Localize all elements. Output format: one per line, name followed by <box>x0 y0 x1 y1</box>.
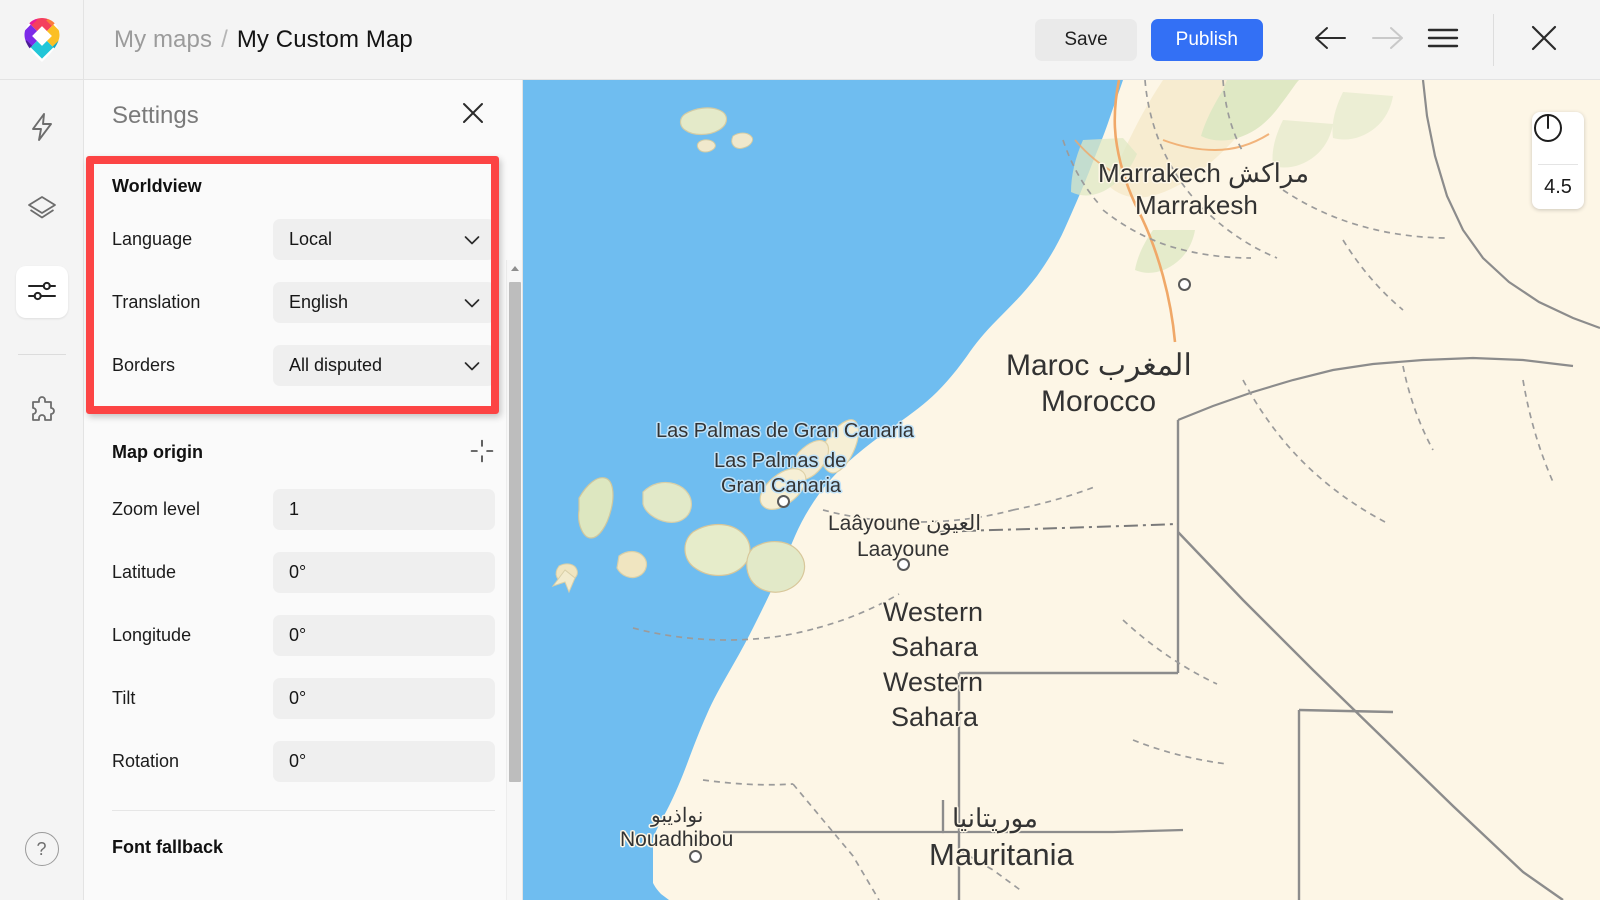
language-label: Language <box>112 229 193 249</box>
rail-divider <box>17 354 66 355</box>
translation-label: Translation <box>112 292 201 312</box>
panel-scrollbar[interactable] <box>506 260 522 900</box>
latitude-value: 0° <box>289 562 307 582</box>
close-editor-button[interactable] <box>1516 12 1572 68</box>
longitude-input[interactable]: 0° <box>273 615 495 656</box>
longitude-label: Longitude <box>112 625 192 645</box>
caret-up-icon <box>510 259 520 277</box>
chevron-down-icon <box>464 229 480 250</box>
map-canvas[interactable]: 4.5 Marrakech مراكش Marrakesh Maroc المغرب… <box>523 80 1600 900</box>
panel-title: Settings <box>112 102 199 129</box>
nouadhibou-dot <box>689 850 702 863</box>
tilt-input[interactable]: 0° <box>273 678 495 719</box>
back-button[interactable] <box>1303 12 1359 68</box>
sidebar-item-plugins[interactable] <box>16 387 68 439</box>
close-panel-button[interactable] <box>460 100 486 129</box>
worldview-section: Worldview Language Local Translation Eng… <box>84 152 522 412</box>
arrow-right-icon <box>1370 25 1404 54</box>
field-language: Language Local <box>112 219 495 260</box>
translation-select[interactable]: English <box>273 282 495 323</box>
tilt-value: 0° <box>289 688 307 708</box>
settings-scroll-area[interactable]: Worldview Language Local Translation Eng… <box>84 152 522 900</box>
chevron-down-icon <box>464 355 480 376</box>
breadcrumb-current[interactable]: My Custom Map <box>237 26 413 54</box>
map-origin-section: Map origin Zoom level 1 Latitude 0° Long… <box>84 412 522 782</box>
sidebar-item-layers[interactable] <box>16 184 68 236</box>
language-select[interactable]: Local <box>273 219 495 260</box>
field-tilt: Tilt 0° <box>112 678 495 719</box>
field-borders: Borders All disputed <box>112 345 495 386</box>
publish-button[interactable]: Publish <box>1150 18 1263 61</box>
sidebar-item-components[interactable] <box>16 102 68 154</box>
help-button[interactable]: ? <box>24 832 59 866</box>
field-longitude: Longitude 0° <box>112 615 495 656</box>
laayoune-dot <box>897 558 910 571</box>
close-button-wrap <box>1516 12 1572 68</box>
close-icon <box>1529 23 1559 56</box>
puzzle-piece-icon <box>26 395 58 431</box>
borders-select[interactable]: All disputed <box>273 345 495 386</box>
logo-cell <box>0 0 84 80</box>
arrow-left-icon <box>1314 25 1348 54</box>
borders-value: All disputed <box>289 355 383 375</box>
tilt-label: Tilt <box>112 688 136 708</box>
save-button[interactable]: Save <box>1035 18 1137 61</box>
marrakesh-dot <box>1178 278 1191 291</box>
zoom-widget[interactable]: 4.5 <box>1532 112 1584 209</box>
breadcrumb: My maps / My Custom Map <box>114 26 413 54</box>
font-fallback-section: Font fallback <box>84 811 522 858</box>
zoom-level-value: 1 <box>289 499 300 519</box>
longitude-value: 0° <box>289 625 307 645</box>
latitude-input[interactable]: 0° <box>273 552 495 593</box>
left-icon-rail: ? <box>0 80 84 900</box>
set-map-origin-button[interactable] <box>469 438 495 467</box>
lightning-bolt-icon <box>28 112 56 145</box>
hamburger-menu-icon <box>1427 27 1459 52</box>
app-root: My maps / My Custom Map Save Publish ? S… <box>0 0 1600 900</box>
field-rotation: Rotation 0° <box>112 741 495 782</box>
rotation-label: Rotation <box>112 751 180 771</box>
zoom-level-label: Zoom level <box>112 499 201 519</box>
top-bar-actions: Save Publish <box>1035 0 1600 80</box>
forward-button[interactable] <box>1359 12 1415 68</box>
zoom-level-readout: 4.5 <box>1544 176 1572 198</box>
borders-label: Borders <box>112 355 176 375</box>
worldview-heading: Worldview <box>112 176 202 196</box>
map-origin-heading: Map origin <box>112 442 203 462</box>
rotation-value: 0° <box>289 751 307 771</box>
translation-value: English <box>289 292 349 312</box>
font-fallback-heading: Font fallback <box>112 837 224 857</box>
latitude-label: Latitude <box>112 562 177 582</box>
close-icon <box>460 103 486 129</box>
crosshair-icon <box>469 439 495 467</box>
settings-panel-header: Settings <box>84 80 522 152</box>
zoom-level-input[interactable]: 1 <box>273 489 495 530</box>
mapbox-pin-logo[interactable] <box>20 17 64 63</box>
settings-panel: Settings Worldview Language Local Transl… <box>84 80 523 900</box>
compass-dial-icon[interactable] <box>1532 112 1584 164</box>
map-geometry <box>551 80 1600 900</box>
breadcrumb-separator: / <box>221 25 228 53</box>
rotation-input[interactable]: 0° <box>273 741 495 782</box>
las-palmas-dot <box>777 495 790 508</box>
layers-icon <box>26 194 58 227</box>
field-translation: Translation English <box>112 282 495 323</box>
menu-button[interactable] <box>1415 12 1471 68</box>
sidebar-item-settings[interactable] <box>15 266 68 318</box>
font-fallback-heading-row: Font fallback <box>112 837 495 858</box>
top-bar: My maps / My Custom Map Save Publish <box>0 0 1600 80</box>
breadcrumb-parent[interactable]: My maps <box>114 26 212 54</box>
language-value: Local <box>289 229 333 249</box>
nav-button-group <box>1303 12 1600 68</box>
scroll-up-button[interactable] <box>507 260 522 276</box>
worldview-heading-row: Worldview <box>112 176 495 197</box>
toolbar-divider <box>1493 13 1494 66</box>
field-zoom-level: Zoom level 1 <box>112 489 495 530</box>
sliders-icon <box>27 278 57 307</box>
field-latitude: Latitude 0° <box>112 552 495 593</box>
scrollbar-thumb[interactable] <box>509 282 521 782</box>
chevron-down-icon <box>464 292 480 313</box>
map-origin-heading-row: Map origin <box>112 438 495 467</box>
